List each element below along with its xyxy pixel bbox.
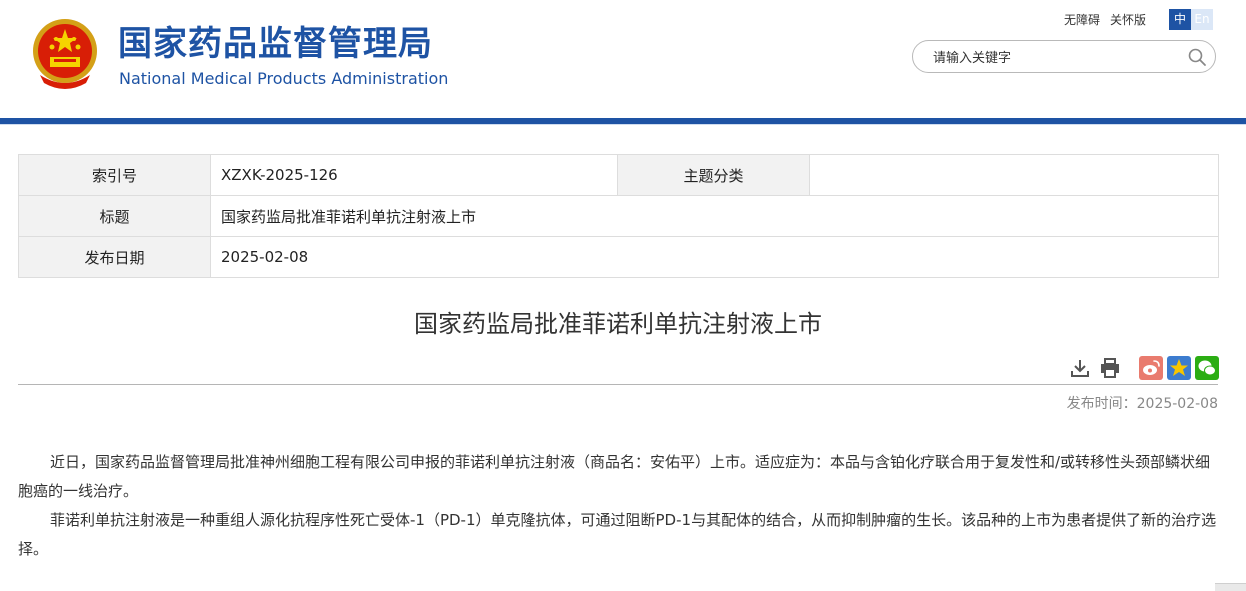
lang-en-button[interactable]: En <box>1191 9 1213 30</box>
site-title-cn[interactable]: 国家药品监督管理局 <box>118 24 433 64</box>
table-row: 索引号 XZXK-2025-126 主题分类 <box>18 154 1219 196</box>
article-paragraph: 近日，国家药品监督管理局批准神州细胞工程有限公司申报的菲诺利单抗注射液（商品名：… <box>18 453 1211 500</box>
title-value: 国家药监局批准菲诺利单抗注射液上市 <box>210 195 1219 237</box>
publish-time-value: 2025-02-08 <box>1136 396 1218 412</box>
accessibility-link[interactable]: 无障碍 <box>1064 13 1100 27</box>
index-value: XZXK-2025-126 <box>210 154 618 196</box>
search-box <box>912 40 1216 73</box>
share-wechat-icon[interactable] <box>1195 356 1219 380</box>
lang-zh-button[interactable]: 中 <box>1169 9 1191 30</box>
topic-value <box>809 154 1219 196</box>
date-value: 2025-02-08 <box>210 236 1219 278</box>
table-row: 发布日期 2025-02-08 <box>18 236 1219 278</box>
header-divider-light <box>0 124 1246 125</box>
table-row: 标题 国家药监局批准菲诺利单抗注射液上市 <box>18 195 1219 237</box>
share-weibo-icon[interactable] <box>1139 356 1163 380</box>
print-icon[interactable] <box>1099 357 1121 379</box>
article-tools <box>1069 356 1219 380</box>
search-input[interactable] <box>931 47 1175 69</box>
article-body: 近日，国家药品监督管理局批准神州细胞工程有限公司申报的菲诺利单抗注射液（商品名：… <box>18 448 1218 564</box>
index-label: 索引号 <box>18 154 211 196</box>
date-label: 发布日期 <box>18 236 211 278</box>
article-paragraph: 菲诺利单抗注射液是一种重组人源化抗程序性死亡受体-1（PD-1）单克隆抗体，可通… <box>18 511 1217 558</box>
national-emblem-logo[interactable] <box>30 17 100 89</box>
care-mode-link[interactable]: 关怀版 <box>1110 13 1146 27</box>
top-links: 无障碍 关怀版 <box>1064 12 1156 28</box>
publish-time: 发布时间：2025-02-08 <box>1067 395 1218 413</box>
site-header: 国家药品监督管理局 National Medical Products Admi… <box>0 0 1246 124</box>
title-divider <box>18 384 1218 385</box>
language-switch: 中 En <box>1169 9 1213 30</box>
search-icon[interactable] <box>1187 47 1207 67</box>
share-qzone-icon[interactable] <box>1167 356 1191 380</box>
publish-time-label: 发布时间： <box>1066 396 1137 412</box>
download-icon[interactable] <box>1069 357 1091 379</box>
title-label: 标题 <box>18 195 211 237</box>
topic-label: 主题分类 <box>617 154 810 196</box>
site-title-en[interactable]: National Medical Products Administration <box>119 69 448 89</box>
metadata-table: 索引号 XZXK-2025-126 主题分类 标题 国家药监局批准菲诺利单抗注射… <box>18 154 1219 278</box>
article-title: 国家药监局批准菲诺利单抗注射液上市 <box>414 310 822 338</box>
